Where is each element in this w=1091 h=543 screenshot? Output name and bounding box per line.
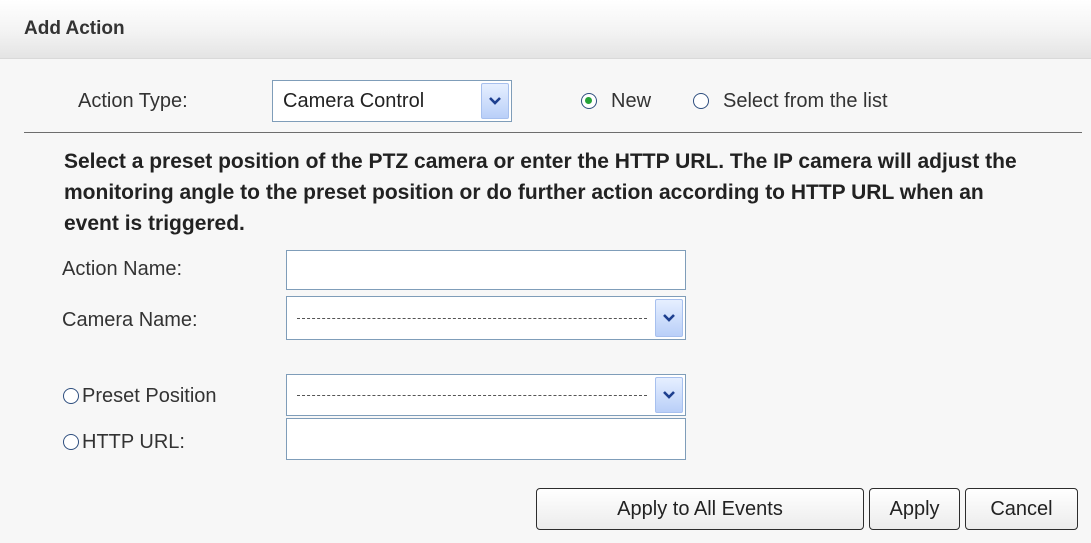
description-text: Select a preset position of the PTZ came… <box>64 150 1017 235</box>
action-type-value: Camera Control <box>283 89 425 112</box>
chevron-down-icon[interactable] <box>481 83 509 119</box>
section-header: Add Action <box>0 0 1091 59</box>
http-url-radio[interactable] <box>63 434 79 450</box>
section-title: Add Action <box>24 18 125 39</box>
mode-new-radio[interactable] <box>581 93 597 109</box>
placeholder-dashes <box>297 395 647 396</box>
apply-to-all-events-button[interactable]: Apply to All Events <box>536 488 864 530</box>
http-url-label[interactable]: HTTP URL: <box>82 431 185 454</box>
preset-position-label[interactable]: Preset Position <box>82 385 217 408</box>
cancel-button[interactable]: Cancel <box>965 488 1078 530</box>
action-name-input[interactable] <box>286 250 686 290</box>
action-type-select[interactable]: Camera Control <box>272 80 512 122</box>
camera-name-label: Camera Name: <box>62 309 198 331</box>
apply-button[interactable]: Apply <box>869 488 960 530</box>
http-url-input[interactable] <box>286 418 686 460</box>
divider <box>24 132 1082 133</box>
preset-position-select[interactable] <box>286 374 686 416</box>
mode-list-label[interactable]: Select from the list <box>723 90 888 113</box>
placeholder-dashes <box>297 318 647 319</box>
camera-name-select[interactable] <box>286 296 686 340</box>
mode-list-radio[interactable] <box>693 93 709 109</box>
action-name-label: Action Name: <box>62 258 183 280</box>
chevron-down-icon[interactable] <box>655 377 683 413</box>
preset-position-radio[interactable] <box>63 388 79 404</box>
action-type-label: Action Type: <box>78 90 188 112</box>
chevron-down-icon[interactable] <box>655 299 683 337</box>
mode-new-label[interactable]: New <box>611 90 651 113</box>
